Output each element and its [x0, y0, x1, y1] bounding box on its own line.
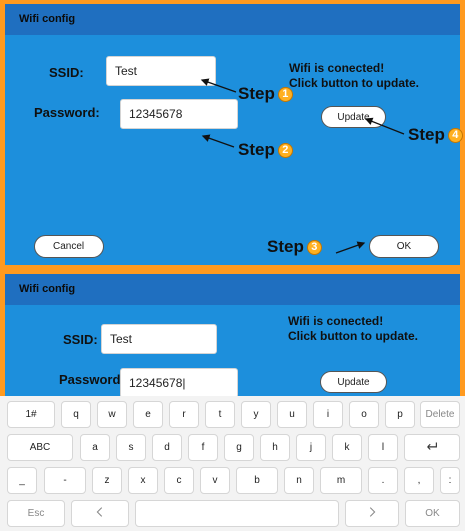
wifi-config-screen: Wifi config SSID: Test Password: 1234567… [5, 4, 460, 265]
status-line-2: Click button to update. [289, 76, 419, 90]
key-w[interactable]: w [97, 401, 127, 428]
update-button[interactable]: Update [321, 106, 386, 128]
wifi-status-message: Wifi is conected! Click button to update… [289, 61, 419, 91]
step-4-label: Step [408, 125, 445, 144]
key-y[interactable]: y [241, 401, 271, 428]
key-s[interactable]: s [116, 434, 146, 461]
window-title: Wifi config [5, 4, 460, 35]
key-c[interactable]: c [164, 467, 194, 494]
key-underscore[interactable]: _ [7, 467, 37, 494]
key-r[interactable]: r [169, 401, 199, 428]
key-symbols[interactable]: 1# [7, 401, 55, 428]
key-ok[interactable]: OK [405, 500, 460, 527]
key-i[interactable]: i [313, 401, 343, 428]
key-delete[interactable]: Delete [420, 401, 460, 428]
ssid-label: SSID: [49, 65, 84, 80]
wifi-status-message: Wifi is conected! Click button to update… [288, 314, 418, 344]
step-2-label: Step [238, 140, 275, 159]
chevron-left-icon [93, 505, 107, 522]
cancel-button[interactable]: Cancel [34, 235, 104, 258]
key-dash[interactable]: - [44, 467, 86, 494]
key-a[interactable]: a [80, 434, 110, 461]
window-title: Wifi config [5, 274, 460, 305]
key-d[interactable]: d [152, 434, 182, 461]
key-k[interactable]: k [332, 434, 362, 461]
key-p[interactable]: p [385, 401, 415, 428]
key-n[interactable]: n [284, 467, 314, 494]
step-4-number: 4 [447, 127, 463, 143]
key-b[interactable]: b [236, 467, 278, 494]
key-comma[interactable]: , [404, 467, 434, 494]
key-t[interactable]: t [205, 401, 235, 428]
ssid-input[interactable]: Test [101, 324, 217, 354]
key-z[interactable]: z [92, 467, 122, 494]
password-label: Password: [59, 372, 125, 387]
key-l[interactable]: l [368, 434, 398, 461]
status-line-1: Wifi is conected! [288, 314, 384, 328]
step-1-number: 1 [277, 86, 293, 102]
enter-icon [425, 439, 439, 456]
step-1-label: Step [238, 84, 275, 103]
key-g[interactable]: g [224, 434, 254, 461]
key-right[interactable] [345, 500, 399, 527]
key-period[interactable]: . [368, 467, 398, 494]
key-f[interactable]: f [188, 434, 218, 461]
ok-button[interactable]: OK [369, 235, 439, 258]
step-2-callout: Step 2 [238, 140, 293, 160]
step-3-number: 3 [306, 239, 322, 255]
on-screen-keyboard: 1# q w e r t y u i o p Delete ABC a s d … [0, 396, 465, 531]
key-o[interactable]: o [349, 401, 379, 428]
password-input[interactable]: 12345678 [120, 99, 238, 129]
update-button[interactable]: Update [320, 371, 387, 393]
step-3-callout: Step 3 [267, 237, 322, 257]
status-line-2: Click button to update. [288, 329, 418, 343]
ssid-label: SSID: [63, 332, 98, 347]
key-j[interactable]: j [296, 434, 326, 461]
key-x[interactable]: x [128, 467, 158, 494]
password-input[interactable]: 12345678| [120, 368, 238, 396]
key-e[interactable]: e [133, 401, 163, 428]
step-4-callout: Step 4 [408, 125, 463, 145]
key-u[interactable]: u [277, 401, 307, 428]
key-colon[interactable]: : [440, 467, 460, 494]
key-left[interactable] [71, 500, 129, 527]
key-m[interactable]: m [320, 467, 362, 494]
status-line-1: Wifi is conected! [289, 61, 385, 75]
key-abc[interactable]: ABC [7, 434, 73, 461]
key-space[interactable] [135, 500, 339, 527]
chevron-right-icon [365, 505, 379, 522]
step-1-callout: Step 1 [238, 84, 293, 104]
ssid-input[interactable]: Test [106, 56, 216, 86]
screenshot-root: Wifi config SSID: Test Password: 1234567… [0, 0, 465, 531]
key-esc[interactable]: Esc [7, 500, 65, 527]
key-enter[interactable] [404, 434, 460, 461]
key-h[interactable]: h [260, 434, 290, 461]
key-q[interactable]: q [61, 401, 91, 428]
password-label: Password: [34, 105, 100, 120]
step-3-label: Step [267, 237, 304, 256]
step-2-number: 2 [277, 142, 293, 158]
key-v[interactable]: v [200, 467, 230, 494]
wifi-config-screen-keyboard: Wifi config SSID: Test Password: 1234567… [5, 274, 460, 396]
